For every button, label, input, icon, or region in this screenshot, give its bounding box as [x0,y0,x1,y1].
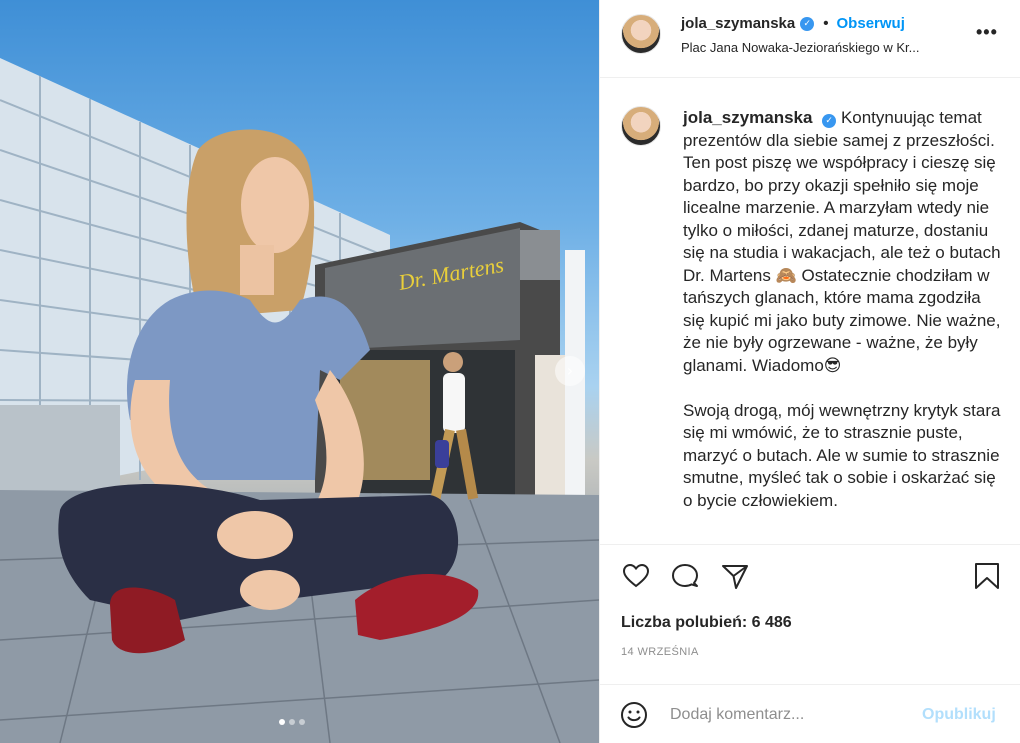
carousel-next-button[interactable]: › [555,356,585,386]
caption-username-link[interactable]: jola_szymanska [683,108,812,127]
post-side-panel: jola_szymanska ✓ • Obserwuj Plac Jana No… [599,0,1020,743]
username-link[interactable]: jola_szymanska [681,15,795,32]
comment-bar: Opublikuj [600,684,1020,743]
verified-badge-icon: ✓ [822,114,837,129]
likes-count[interactable]: Liczba polubień: 6 486 [621,614,792,632]
building-ground-floor [0,405,120,495]
chevron-right-icon: › [566,361,574,380]
share-icon[interactable] [720,561,750,591]
carousel-dot [299,719,305,725]
header-user-line: jola_szymanska ✓ • Obserwuj [681,15,905,32]
carousel-dot [289,719,295,725]
action-bar [600,544,1020,602]
carousel-dot [279,719,285,725]
comment-input[interactable] [670,703,910,727]
heart-icon[interactable] [621,561,651,591]
emoji-icon[interactable] [619,700,649,730]
photo-scene: Dr. Martens [0,58,599,743]
comment-icon[interactable] [670,561,700,591]
caption-paragraph: Kontynuując temat prezentów dla siebie s… [683,108,1006,375]
avatar[interactable] [621,14,661,54]
post-date[interactable]: 14 WRZEŚNIA [621,646,699,658]
caption-area: jola_szymanska ✓ Kontynuując temat preze… [600,79,1020,544]
bookmark-icon[interactable] [972,561,1002,591]
post-header: jola_szymanska ✓ • Obserwuj Plac Jana No… [600,0,1020,78]
caption-paragraph: Swoją drogą, mój wewnętrzny krytyk stara… [683,400,1006,510]
publish-button[interactable]: Opublikuj [922,706,996,724]
location-link[interactable]: Plac Jana Nowaka-Jeziorańskiego w Kr... [681,40,956,55]
follow-button[interactable]: Obserwuj [837,15,905,32]
post-photo[interactable]: Dr. Martens › [0,0,599,743]
more-options-icon[interactable]: ••• [976,22,998,43]
carousel-indicator [279,719,305,725]
avatar[interactable] [621,106,661,146]
verified-badge-icon: ✓ [800,16,815,31]
separator-dot: • [823,15,829,32]
caption-text: jola_szymanska ✓ Kontynuując temat preze… [683,107,1005,512]
